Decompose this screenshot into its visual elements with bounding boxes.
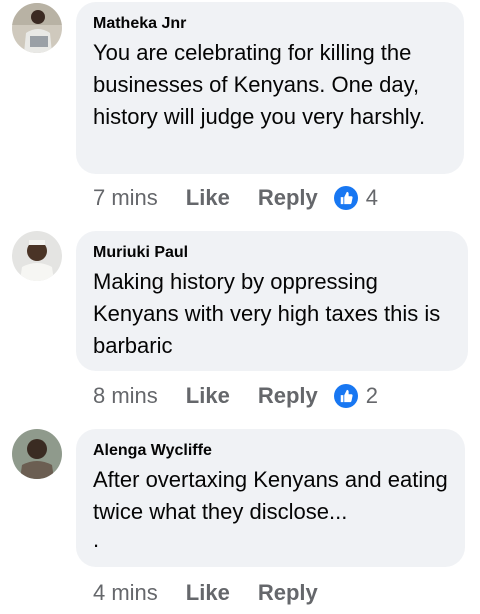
comment-text-continuation: . (93, 527, 100, 552)
comment-bubble: Muriuki Paul Making history by oppressin… (76, 231, 468, 371)
comment-timestamp[interactable]: 4 mins (93, 580, 158, 606)
reaction-summary[interactable]: 2 (333, 383, 378, 409)
comment-author[interactable]: Matheka Jnr (93, 14, 448, 34)
like-button[interactable]: Like (186, 580, 230, 606)
comment-actions: 7 mins Like Reply 4 (93, 183, 378, 213)
reaction-count: 4 (365, 185, 378, 210)
thumbs-up-icon (333, 186, 358, 210)
avatar[interactable] (12, 231, 62, 281)
comment-actions: 8 mins Like Reply 2 (93, 381, 378, 411)
comment-text: You are celebrating for killing the busi… (93, 40, 426, 129)
comment-actions: 4 mins Like Reply (93, 578, 346, 608)
thumbs-up-icon (333, 384, 358, 408)
comment-author[interactable]: Muriuki Paul (93, 243, 452, 263)
reply-button[interactable]: Reply (258, 185, 318, 211)
comment-bubble: Matheka Jnr You are celebrating for kill… (76, 2, 464, 174)
comment-text: Making history by oppressing Kenyans wit… (93, 269, 441, 358)
reply-button[interactable]: Reply (258, 580, 318, 606)
avatar[interactable] (12, 3, 62, 53)
reply-button[interactable]: Reply (258, 383, 318, 409)
like-button[interactable]: Like (186, 185, 230, 211)
comment-timestamp[interactable]: 8 mins (93, 383, 158, 409)
comment-bubble: Alenga Wycliffe After overtaxing Kenyans… (76, 429, 465, 567)
avatar[interactable] (12, 429, 62, 479)
comment-timestamp[interactable]: 7 mins (93, 185, 158, 211)
reaction-summary[interactable]: 4 (333, 185, 378, 211)
comment-author[interactable]: Alenga Wycliffe (93, 441, 449, 461)
like-button[interactable]: Like (186, 383, 230, 409)
reaction-count: 2 (365, 383, 378, 408)
comment-text: After overtaxing Kenyans and eating twic… (93, 467, 448, 524)
